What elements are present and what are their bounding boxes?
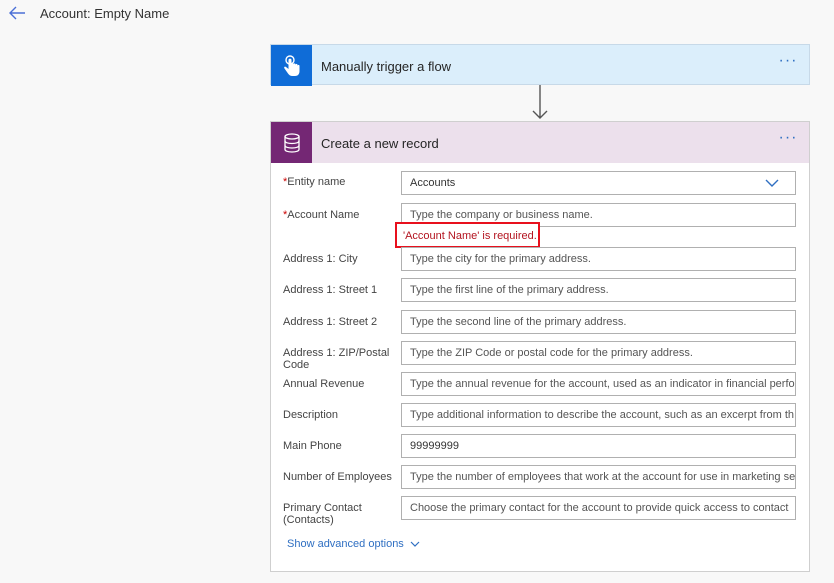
record-icon-tile <box>271 122 312 163</box>
record-more-button[interactable]: ··· <box>777 130 799 152</box>
street1-label: Address 1: Street 1 <box>283 284 378 296</box>
street2-label: Address 1: Street 2 <box>283 316 378 328</box>
description-label: Description <box>283 409 339 421</box>
employees-label: Number of Employees <box>283 471 392 483</box>
street2-input[interactable]: Type the second line of the primary addr… <box>401 310 796 334</box>
page-title: Account: Empty Name <box>40 6 170 21</box>
description-input[interactable]: Type additional information to describe … <box>401 403 796 427</box>
trigger-icon-tile <box>271 45 312 86</box>
record-title: Create a new record <box>321 136 439 151</box>
main-phone-label: Main Phone <box>283 440 342 452</box>
chevron-down-icon <box>765 179 779 187</box>
entity-name-select[interactable]: Accounts <box>401 171 796 195</box>
trigger-card[interactable]: Manually trigger a flow ··· <box>270 44 810 86</box>
account-name-label: *Account Name <box>283 209 360 221</box>
database-icon <box>283 132 300 153</box>
primary-contact-input[interactable]: Choose the primary contact for the accou… <box>401 496 796 520</box>
hand-tap-icon <box>283 54 299 76</box>
record-card-header[interactable]: Create a new record ··· <box>271 122 809 163</box>
account-name-error: 'Account Name' is required. <box>395 222 540 248</box>
trigger-more-button[interactable]: ··· <box>777 53 799 75</box>
back-button[interactable] <box>8 5 26 21</box>
street1-input[interactable]: Type the first line of the primary addre… <box>401 278 796 302</box>
annual-revenue-input[interactable]: Type the annual revenue for the account,… <box>401 372 796 396</box>
city-label: Address 1: City <box>283 253 358 265</box>
zip-input[interactable]: Type the ZIP Code or postal code for the… <box>401 341 796 365</box>
zip-label: Address 1: ZIP/Postal Code <box>283 347 390 371</box>
create-record-card: Create a new record ··· *Entity name Acc… <box>270 121 810 572</box>
advanced-options-label: Show advanced options <box>287 538 404 550</box>
annual-revenue-label: Annual Revenue <box>283 378 365 390</box>
entity-name-label: *Entity name <box>283 176 346 188</box>
entity-name-value: Accounts <box>410 177 456 189</box>
chevron-down-icon <box>410 541 420 547</box>
show-advanced-options-link[interactable]: Show advanced options <box>287 538 420 550</box>
city-input[interactable]: Type the city for the primary address. <box>401 247 796 271</box>
error-message: 'Account Name' is required. <box>403 230 537 242</box>
top-bar: Account: Empty Name <box>0 0 834 28</box>
primary-contact-label: Primary Contact (Contacts) <box>283 502 362 526</box>
arrow-left-icon <box>9 6 25 20</box>
trigger-title: Manually trigger a flow <box>321 59 452 74</box>
main-phone-input[interactable]: 99999999 <box>401 434 796 458</box>
employees-input[interactable]: Type the number of employees that work a… <box>401 465 796 489</box>
down-arrow-icon <box>532 85 548 119</box>
